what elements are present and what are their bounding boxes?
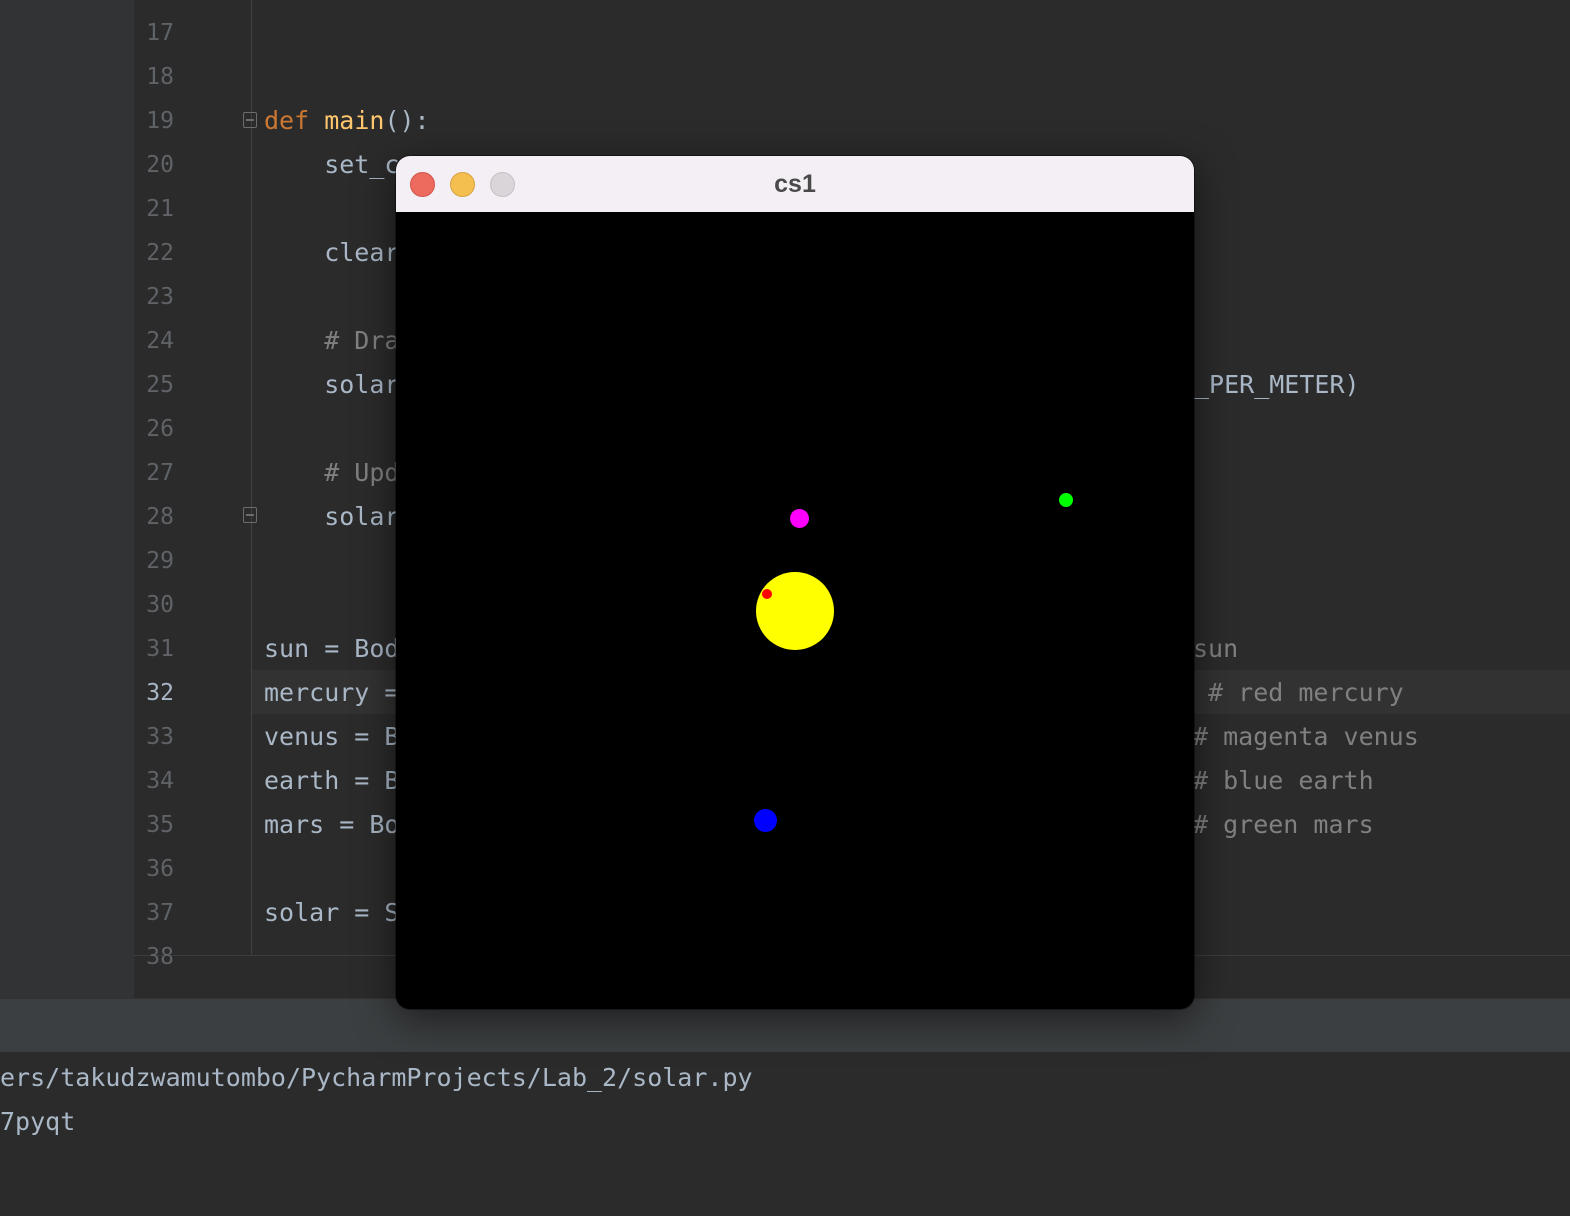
code-fragment: # green mars	[1193, 810, 1374, 839]
code-token: clear	[264, 238, 400, 267]
code-line[interactable]: # Dra	[264, 319, 399, 363]
line-number: 22	[146, 240, 174, 266]
code-line[interactable]: clear	[264, 231, 399, 275]
code-line[interactable]: mercury =	[264, 671, 399, 715]
console-line: ers/takudzwamutombo/PycharmProjects/Lab_…	[0, 1063, 753, 1092]
code-token: # Dra	[264, 326, 400, 355]
code-token: ():	[384, 106, 430, 135]
project-panel	[0, 0, 134, 998]
code-line[interactable]: # Upd	[264, 451, 399, 495]
line-number: 17	[146, 20, 174, 46]
line-number: 26	[146, 416, 174, 442]
line-number: 25	[146, 372, 174, 398]
earth-circle	[754, 809, 777, 832]
code-line[interactable]: venus = B	[264, 715, 399, 759]
code-line[interactable]: earth = B	[264, 759, 399, 803]
app-window[interactable]: cs1	[396, 156, 1194, 1009]
line-number: 21	[146, 196, 174, 222]
sun-circle	[756, 572, 834, 650]
line-number: 32	[146, 680, 174, 706]
line-number: 18	[146, 64, 174, 90]
code-token: solar	[264, 502, 400, 531]
code-token: set_c	[264, 150, 400, 179]
code-line[interactable]: solar	[264, 363, 399, 407]
line-number: 34	[146, 768, 174, 794]
code-token: mercury =	[264, 678, 400, 707]
line-number: 38	[146, 944, 174, 970]
window-title: cs1	[774, 170, 816, 198]
line-number: 29	[146, 548, 174, 574]
code-token: sun = Bod	[264, 634, 400, 663]
code-token: venus = B	[264, 722, 400, 751]
code-fragment: _PER_METER)	[1194, 370, 1360, 399]
window-titlebar[interactable]: cs1	[396, 156, 1194, 213]
fold-start-icon[interactable]	[243, 112, 257, 128]
code-fragment: # red mercury	[1193, 678, 1404, 707]
mars-circle	[1059, 493, 1073, 507]
line-number: 28	[146, 504, 174, 530]
line-number: 20	[146, 152, 174, 178]
line-number: 24	[146, 328, 174, 354]
line-number: 30	[146, 592, 174, 618]
code-fragment: # blue earth	[1193, 766, 1374, 795]
console-line: 7pyqt	[0, 1107, 76, 1136]
line-number: 27	[146, 460, 174, 486]
drawing-canvas[interactable]	[396, 212, 1194, 1009]
mercury-circle	[762, 589, 772, 599]
line-number: 23	[146, 284, 174, 310]
code-line[interactable]: set_c	[264, 143, 399, 187]
code-token: main	[324, 106, 385, 135]
line-number: 36	[146, 856, 174, 882]
code-line[interactable]: mars = Bo	[264, 803, 399, 847]
code-token: # Upd	[264, 458, 400, 487]
code-line[interactable]: solar	[264, 495, 399, 539]
run-console[interactable]: ers/takudzwamutombo/PycharmProjects/Lab_…	[0, 1052, 1570, 1216]
line-number: 35	[146, 812, 174, 838]
code-fragment: sun	[1193, 634, 1239, 663]
code-token: solar	[264, 370, 400, 399]
line-number: 33	[146, 724, 174, 750]
code-token: def	[264, 106, 310, 135]
code-line[interactable]: sun = Bod	[264, 627, 399, 671]
fold-end-icon[interactable]	[243, 507, 257, 523]
line-number: 19	[146, 108, 174, 134]
code-token: mars = Bo	[264, 810, 400, 839]
line-number: 37	[146, 900, 174, 926]
line-number: 31	[146, 636, 174, 662]
code-fragment: # magenta venus	[1193, 722, 1419, 751]
code-line[interactable]: solar = S	[264, 891, 399, 935]
code-token: solar = S	[264, 898, 400, 927]
code-token: earth = B	[264, 766, 400, 795]
code-line[interactable]: def main():	[264, 99, 430, 143]
venus-circle	[790, 509, 809, 528]
